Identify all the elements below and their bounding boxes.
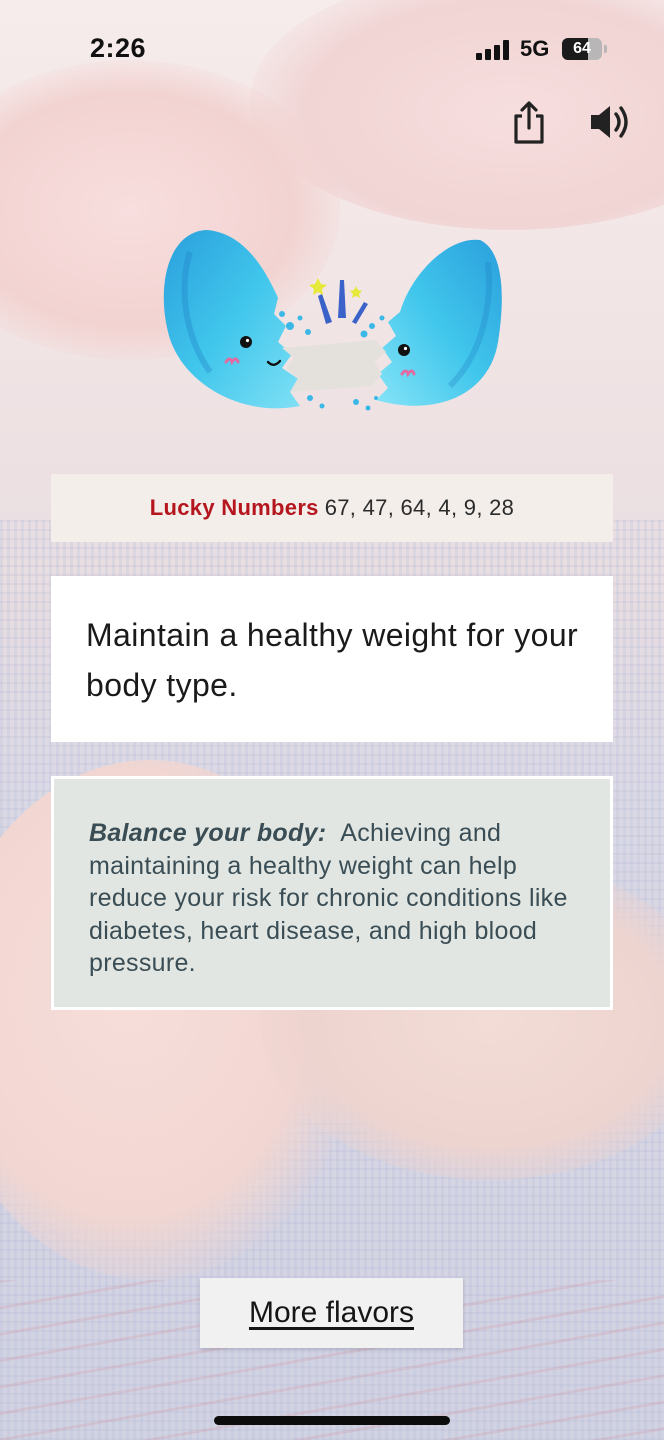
sound-button[interactable] <box>586 98 634 146</box>
fortune-paper <box>282 340 386 392</box>
lucky-numbers-values: 67, 47, 64, 4, 9, 28 <box>324 495 515 520</box>
battery-icon: 64 <box>562 38 602 60</box>
fortune-text: Maintain a healthy weight for your body … <box>86 617 579 703</box>
left-shell <box>163 230 300 409</box>
share-icon <box>514 101 544 144</box>
fortune-card: Maintain a healthy weight for your body … <box>51 576 613 742</box>
lucky-numbers-label: Lucky Numbers <box>149 495 319 520</box>
status-bar: 2:26 5G 64 <box>0 0 664 100</box>
battery-percent: 64 <box>573 40 591 57</box>
tip-title: Balance your body: <box>89 819 327 847</box>
signal-icon <box>476 40 510 60</box>
network-type: 5G <box>520 36 550 61</box>
more-flavors-button[interactable]: More flavors <box>200 1278 463 1348</box>
lucky-numbers-bar: Lucky Numbers 67, 47, 64, 4, 9, 28 <box>51 474 613 542</box>
cracked-fortune-cookie-illustration <box>150 222 514 422</box>
status-time: 2:26 <box>90 33 147 63</box>
speaker-icon <box>591 106 628 138</box>
home-indicator[interactable] <box>214 1416 450 1425</box>
tip-text: Balance your body: Achieving and maintai… <box>89 817 589 980</box>
share-button[interactable] <box>506 98 552 146</box>
tip-card: Balance your body: Achieving and maintai… <box>51 776 613 1010</box>
battery-cap <box>604 45 607 53</box>
